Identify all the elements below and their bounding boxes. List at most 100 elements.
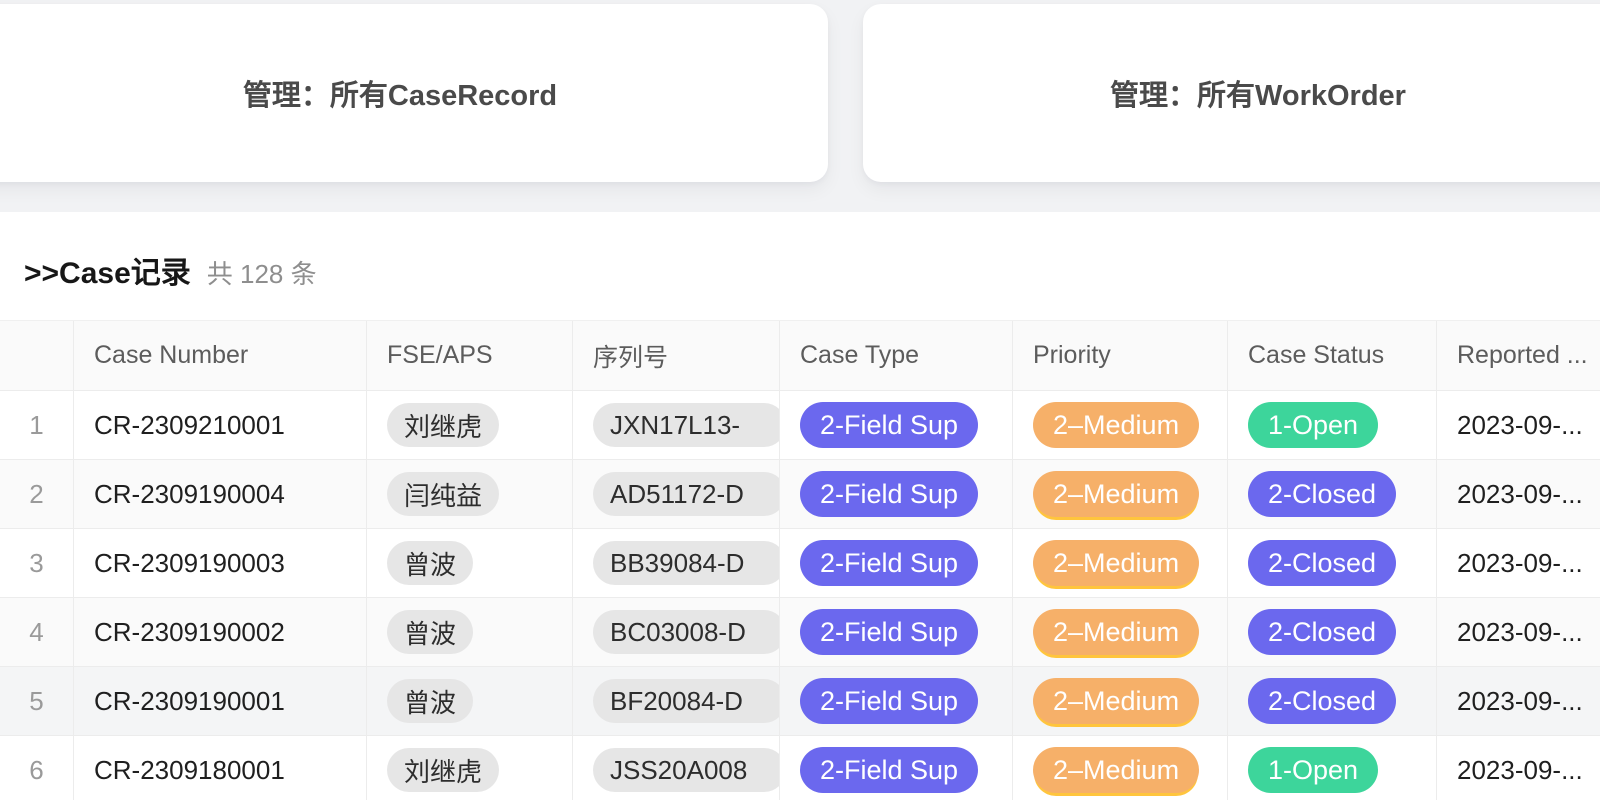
reported-cell: 2023-09-...: [1437, 667, 1600, 735]
fse-aps-tag: 刘继虎: [387, 403, 499, 447]
case-type-cell: 2-Field Sup: [780, 391, 1013, 459]
priority-cell: 2–Medium: [1013, 598, 1228, 666]
serial-tag: BB39084-D: [593, 541, 780, 585]
serial-cell: JSS20A008: [573, 736, 780, 800]
case-type-badge: 2-Field Sup: [800, 609, 978, 655]
col-header-reported: Reported ...: [1437, 321, 1600, 390]
table-row[interactable]: 6 CR-2309180001 刘继虎 JSS20A008 2-Field Su…: [0, 736, 1600, 800]
case-type-cell: 2-Field Sup: [780, 598, 1013, 666]
priority-cell: 2–Medium: [1013, 667, 1228, 735]
case-status-cell: 1-Open: [1228, 736, 1437, 800]
fse-aps-cell: 曾波: [367, 529, 573, 597]
table-row[interactable]: 5 CR-2309190001 曾波 BF20084-D 2-Field Sup…: [0, 667, 1600, 736]
case-status-badge: 2-Closed: [1248, 471, 1396, 517]
fse-aps-cell: 曾波: [367, 667, 573, 735]
col-header-rownum: [0, 321, 74, 390]
case-type-cell: 2-Field Sup: [780, 667, 1013, 735]
caserecord-admin-card-title: 管理：所有CaseRecord: [243, 72, 557, 114]
serial-tag: BC03008-D: [593, 610, 780, 654]
case-type-cell: 2-Field Sup: [780, 736, 1013, 800]
reported-cell: 2023-09-...: [1437, 460, 1600, 528]
case-type-badge: 2-Field Sup: [800, 747, 978, 793]
row-number-cell: 5: [0, 667, 74, 735]
row-number-cell: 4: [0, 598, 74, 666]
case-table: Case Number FSE/APS 序列号 Case Type Priori…: [0, 320, 1600, 800]
case-status-badge: 2-Closed: [1248, 540, 1396, 586]
serial-cell: JXN17L13-: [573, 391, 780, 459]
fse-aps-tag: 刘继虎: [387, 748, 499, 792]
fse-aps-tag: 曾波: [387, 610, 473, 654]
case-status-badge: 2-Closed: [1248, 678, 1396, 724]
col-header-case-number: Case Number: [74, 321, 367, 390]
table-row[interactable]: 4 CR-2309190002 曾波 BC03008-D 2-Field Sup…: [0, 598, 1600, 667]
fse-aps-tag: 曾波: [387, 679, 473, 723]
reported-cell: 2023-09-...: [1437, 598, 1600, 666]
priority-cell: 2–Medium: [1013, 460, 1228, 528]
case-table-body: 1 CR-2309210001 刘继虎 JXN17L13- 2-Field Su…: [0, 391, 1600, 800]
case-number-cell: CR-2309190003: [74, 529, 367, 597]
case-status-badge: 1-Open: [1248, 747, 1378, 793]
case-number-cell: CR-2309190004: [74, 460, 367, 528]
case-type-badge: 2-Field Sup: [800, 678, 978, 724]
serial-cell: BF20084-D: [573, 667, 780, 735]
case-status-cell: 2-Closed: [1228, 529, 1437, 597]
case-status-cell: 2-Closed: [1228, 460, 1437, 528]
case-status-cell: 1-Open: [1228, 391, 1437, 459]
priority-badge: 2–Medium: [1033, 678, 1199, 724]
fse-aps-tag: 闫纯益: [387, 472, 499, 516]
priority-badge: 2–Medium: [1033, 471, 1199, 517]
serial-tag: AD51172-D: [593, 472, 780, 516]
priority-cell: 2–Medium: [1013, 391, 1228, 459]
reported-cell: 2023-09-...: [1437, 391, 1600, 459]
priority-cell: 2–Medium: [1013, 736, 1228, 800]
priority-badge: 2–Medium: [1033, 540, 1199, 586]
serial-tag: BF20084-D: [593, 679, 780, 723]
case-type-badge: 2-Field Sup: [800, 402, 978, 448]
table-row[interactable]: 2 CR-2309190004 闫纯益 AD51172-D 2-Field Su…: [0, 460, 1600, 529]
col-header-case-status: Case Status: [1228, 321, 1437, 390]
case-records-section: >>Case记录 共 128 条 Case Number FSE/APS 序列号…: [0, 212, 1600, 800]
case-status-badge: 2-Closed: [1248, 609, 1396, 655]
reported-cell: 2023-09-...: [1437, 529, 1600, 597]
case-number-cell: CR-2309180001: [74, 736, 367, 800]
case-number-cell: CR-2309190002: [74, 598, 367, 666]
top-cards-row: 管理：所有CaseRecord 管理：所有WorkOrder: [0, 4, 1600, 182]
case-number-cell: CR-2309210001: [74, 391, 367, 459]
caserecord-admin-card[interactable]: 管理：所有CaseRecord: [0, 4, 828, 182]
row-number-cell: 1: [0, 391, 74, 459]
serial-tag: JSS20A008: [593, 748, 780, 792]
fse-aps-cell: 刘继虎: [367, 736, 573, 800]
priority-badge: 2–Medium: [1033, 609, 1199, 655]
row-number-cell: 2: [0, 460, 74, 528]
case-table-header: Case Number FSE/APS 序列号 Case Type Priori…: [0, 321, 1600, 391]
record-count: 共 128 条: [207, 254, 317, 291]
table-row[interactable]: 3 CR-2309190003 曾波 BB39084-D 2-Field Sup…: [0, 529, 1600, 598]
col-header-priority: Priority: [1013, 321, 1228, 390]
col-header-case-type: Case Type: [780, 321, 1013, 390]
case-type-badge: 2-Field Sup: [800, 471, 978, 517]
fse-aps-tag: 曾波: [387, 541, 473, 585]
table-row[interactable]: 1 CR-2309210001 刘继虎 JXN17L13- 2-Field Su…: [0, 391, 1600, 460]
case-type-cell: 2-Field Sup: [780, 529, 1013, 597]
case-status-cell: 2-Closed: [1228, 667, 1437, 735]
case-type-cell: 2-Field Sup: [780, 460, 1013, 528]
case-status-badge: 1-Open: [1248, 402, 1378, 448]
case-type-badge: 2-Field Sup: [800, 540, 978, 586]
priority-cell: 2–Medium: [1013, 529, 1228, 597]
serial-cell: BB39084-D: [573, 529, 780, 597]
section-title: >>Case记录: [24, 248, 191, 292]
reported-cell: 2023-09-...: [1437, 736, 1600, 800]
case-number-cell: CR-2309190001: [74, 667, 367, 735]
col-header-serial: 序列号: [573, 321, 780, 390]
col-header-fse-aps: FSE/APS: [367, 321, 573, 390]
row-number-cell: 6: [0, 736, 74, 800]
case-status-cell: 2-Closed: [1228, 598, 1437, 666]
serial-tag: JXN17L13-: [593, 403, 780, 447]
priority-badge: 2–Medium: [1033, 747, 1199, 793]
fse-aps-cell: 曾波: [367, 598, 573, 666]
serial-cell: AD51172-D: [573, 460, 780, 528]
section-header: >>Case记录 共 128 条: [0, 212, 1600, 320]
workorder-admin-card-title: 管理：所有WorkOrder: [1110, 72, 1406, 114]
workorder-admin-card[interactable]: 管理：所有WorkOrder: [863, 4, 1600, 182]
serial-cell: BC03008-D: [573, 598, 780, 666]
